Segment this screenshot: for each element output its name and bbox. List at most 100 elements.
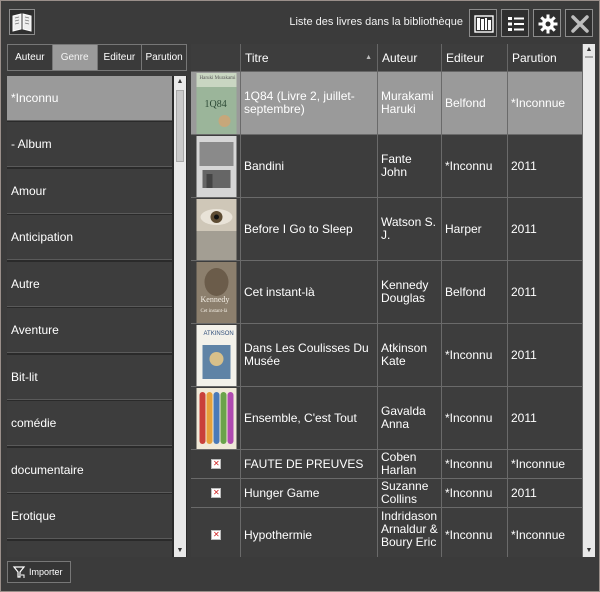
publisher-cell: Harper (442, 198, 508, 260)
author-cell: Watson S. J. (378, 198, 442, 260)
table-row[interactable]: Haruki Murakami 1Q84 1Q84 (Livre 2, juil… (191, 72, 583, 135)
author-cell: Murakami Haruki (378, 72, 442, 134)
genre-item[interactable]: Aventure (7, 308, 172, 353)
genre-item[interactable]: Autre (7, 262, 172, 307)
genre-item[interactable]: Anticipation (7, 215, 172, 260)
broken-image-icon (211, 457, 221, 470)
cover-cell (191, 508, 241, 557)
genre-item (7, 541, 172, 557)
cover-cet-instant-la: Kennedy Cet instant-là (196, 262, 237, 323)
genre-item[interactable]: documentaire (7, 448, 172, 493)
title-cell: Dans Les Coulisses Du Musée (241, 324, 378, 386)
cover-cell: Haruki Murakami 1Q84 (191, 72, 241, 134)
broken-image-icon (211, 486, 221, 499)
title-cell: Hypothermie (241, 508, 378, 557)
genre-item[interactable]: comédie (7, 401, 172, 446)
svg-text:1Q84: 1Q84 (205, 99, 227, 110)
title-cell: Bandini (241, 135, 378, 197)
table-row[interactable]: Hypothermie Indridason Arnaldur & Boury … (191, 508, 583, 557)
table-scrollbar[interactable]: ▲ ▼ (583, 44, 595, 557)
genre-item[interactable]: Amour (7, 169, 172, 214)
cover-cell: Kennedy Cet instant-là (191, 261, 241, 323)
cover-before-i-go-to-sleep (196, 199, 237, 260)
year-cell: 2011 (508, 198, 583, 260)
table-row[interactable]: ATKINSON Dans Les Coulisses Du Musée Atk… (191, 324, 583, 387)
year-cell: 2011 (508, 135, 583, 197)
genre-item[interactable]: *Inconnu (7, 76, 172, 121)
author-cell: Gavalda Anna (378, 387, 442, 449)
svg-text:ATKINSON: ATKINSON (204, 331, 234, 337)
import-button-label: Importer (29, 567, 63, 577)
column-header-titre[interactable]: Titre ▲ (241, 44, 378, 72)
year-cell: *Inconnue (508, 72, 583, 134)
genre-scrollbar[interactable]: ▲ ▼ (174, 76, 186, 557)
main-window: Liste des livres dans la bibliothèque Au… (0, 0, 600, 592)
title-cell: 1Q84 (Livre 2, juillet-septembre) (241, 72, 378, 134)
column-header-parution[interactable]: Parution (508, 44, 583, 72)
title-cell: Before I Go to Sleep (241, 198, 378, 260)
tab-genre[interactable]: Genre (52, 45, 98, 70)
cover-cell (191, 479, 241, 507)
import-button[interactable]: Importer (7, 561, 71, 583)
cover-cell (191, 198, 241, 260)
scroll-down-arrow-icon[interactable]: ▼ (583, 545, 595, 557)
genre-list: *Inconnu - Album Amour Anticipation Autr… (7, 76, 187, 557)
genre-item[interactable]: Erotique (7, 494, 172, 539)
broken-image-icon (211, 528, 221, 541)
title-cell: Ensemble, C'est Tout (241, 387, 378, 449)
tab-editeur[interactable]: Editeur (97, 45, 143, 70)
column-header-editeur[interactable]: Editeur (442, 44, 508, 72)
publisher-cell: Belfond (442, 72, 508, 134)
publisher-cell: *Inconnu (442, 324, 508, 386)
author-cell: Fante John (378, 135, 442, 197)
scroll-down-arrow-icon[interactable]: ▼ (174, 545, 186, 557)
publisher-cell: *Inconnu (442, 450, 508, 478)
library-shelf-icon[interactable] (469, 9, 497, 37)
cover-cell (191, 450, 241, 478)
author-cell: Indridason Arnaldur & Boury Eric (378, 508, 442, 557)
title-cell: Hunger Game (241, 479, 378, 507)
genre-item[interactable]: Bit-lit (7, 355, 172, 400)
tab-auteur[interactable]: Auteur (8, 45, 53, 70)
toolbar: Liste des livres dans la bibliothèque (1, 1, 599, 43)
list-icon[interactable] (501, 9, 529, 37)
cover-bandini (196, 136, 237, 197)
publisher-cell: Belfond (442, 261, 508, 323)
scrollbar-thumb[interactable] (176, 90, 184, 162)
publisher-cell: *Inconnu (442, 135, 508, 197)
scroll-up-arrow-icon[interactable]: ▲ (174, 76, 186, 88)
cover-cell (191, 387, 241, 449)
column-header-label: Titre (245, 51, 269, 65)
year-cell: 2011 (508, 324, 583, 386)
title-cell: Cet instant-là (241, 261, 378, 323)
cover-column-header (191, 44, 241, 72)
table-row[interactable]: Hunger Game Suzanne Collins *Inconnu 201… (191, 479, 583, 508)
table-header: Titre ▲ Auteur Editeur Parution (191, 44, 583, 72)
publisher-cell: *Inconnu (442, 479, 508, 507)
scroll-up-arrow-icon[interactable]: ▲ (583, 44, 595, 56)
column-header-auteur[interactable]: Auteur (378, 44, 442, 72)
table-row[interactable]: Bandini Fante John *Inconnu 2011 (191, 135, 583, 198)
table-row[interactable]: FAUTE DE PREUVES Coben Harlan *Inconnu *… (191, 450, 583, 479)
cover-cell: ATKINSON (191, 324, 241, 386)
year-cell: 2011 (508, 261, 583, 323)
table-row[interactable]: Before I Go to Sleep Watson S. J. Harper… (191, 198, 583, 261)
cover-1q84: Haruki Murakami 1Q84 (196, 73, 237, 134)
book-table: Titre ▲ Auteur Editeur Parution Haruki M… (191, 44, 595, 557)
publisher-cell: *Inconnu (442, 508, 508, 557)
gear-icon[interactable] (533, 9, 561, 37)
scrollbar-thumb[interactable] (585, 56, 593, 58)
sort-ascending-icon: ▲ (365, 54, 372, 61)
cover-cell (191, 135, 241, 197)
close-icon[interactable] (565, 9, 593, 37)
book-icon[interactable] (9, 9, 35, 35)
title-cell: FAUTE DE PREUVES (241, 450, 378, 478)
tab-parution[interactable]: Parution (142, 45, 186, 70)
author-cell: Coben Harlan (378, 450, 442, 478)
table-row[interactable]: Ensemble, C'est Tout Gavalda Anna *Incon… (191, 387, 583, 450)
cover-ensemble-cest-tout (196, 388, 237, 449)
genre-item[interactable]: - Album (7, 122, 172, 167)
table-row[interactable]: Kennedy Cet instant-là Cet instant-là Ke… (191, 261, 583, 324)
year-cell: *Inconnue (508, 450, 583, 478)
cover-dans-les-coulisses: ATKINSON (196, 325, 237, 386)
